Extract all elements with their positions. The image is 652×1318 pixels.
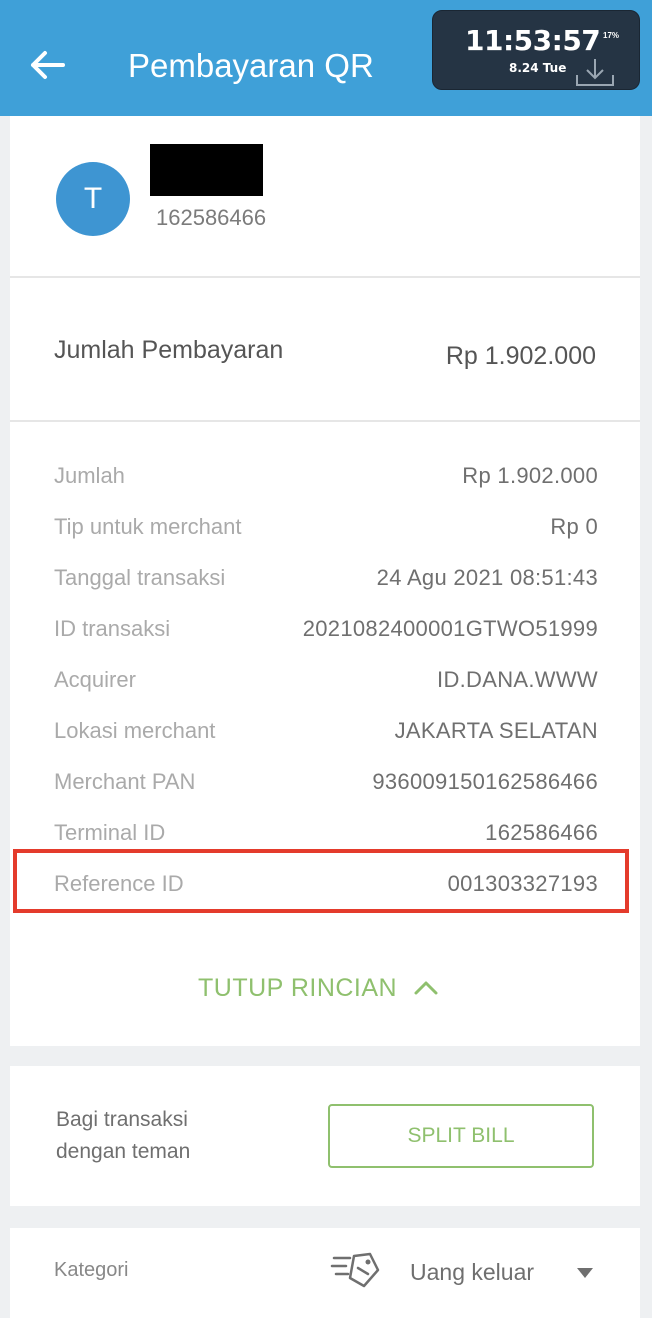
split-bill-button[interactable]: SPLIT BILL	[328, 1104, 594, 1168]
detail-label: Acquirer	[54, 667, 136, 692]
payment-amount-label: Jumlah Pembayaran	[54, 336, 284, 364]
reference-id-highlight	[13, 849, 629, 913]
detail-row-terminal-id: Terminal ID 162586466	[54, 817, 598, 849]
merchant-number: 162586466	[156, 205, 267, 230]
back-button[interactable]	[22, 40, 72, 90]
detail-row-merchant-pan: Merchant PAN 936009150162586466	[54, 766, 598, 798]
category-value[interactable]: Uang keluar	[410, 1256, 534, 1288]
chevron-up-icon	[414, 981, 438, 995]
detail-label: ID transaksi	[54, 616, 171, 641]
payment-amount-value: Rp 1.902.000	[445, 342, 596, 370]
transaction-card: T 162586466 Jumlah Pembayaran Rp 1.902.0…	[10, 116, 640, 1046]
tag-icon	[330, 1252, 380, 1288]
detail-row-tip: Tip untuk merchant Rp 0	[54, 511, 598, 543]
clock-widget: 11:53:57 17% 8.24 Tue	[432, 10, 640, 90]
category-dropdown[interactable]	[570, 1258, 600, 1288]
detail-value: 24 Agu 2021 08:51:43	[376, 565, 598, 590]
detail-row-location: Lokasi merchant JAKARTA SELATAN	[54, 715, 598, 747]
detail-label: Tanggal transaksi	[54, 565, 226, 590]
detail-value: JAKARTA SELATAN	[394, 718, 598, 743]
split-bill-card: Bagi transaksi dengan teman SPLIT BILL	[10, 1066, 640, 1206]
avatar: T	[56, 162, 130, 236]
caret-down-icon	[577, 1268, 593, 1278]
divider	[10, 276, 640, 278]
redacted-merchant-name	[150, 144, 263, 196]
detail-label: Tip untuk merchant	[54, 514, 242, 539]
page-title: Pembayaran QR	[128, 47, 374, 84]
detail-value: 936009150162586466	[372, 769, 598, 794]
detail-row-acquirer: Acquirer ID.DANA.WWW	[54, 664, 598, 696]
detail-row-amount: Jumlah Rp 1.902.000	[54, 460, 598, 492]
split-bill-description: Bagi transaksi dengan teman	[56, 1108, 191, 1163]
detail-row-date: Tanggal transaksi 24 Agu 2021 08:51:43	[54, 562, 598, 594]
collapse-details-button[interactable]: TUTUP RINCIAN	[198, 968, 439, 1008]
detail-value: ID.DANA.WWW	[437, 667, 598, 692]
collapse-details-label: TUTUP RINCIAN	[198, 974, 398, 1002]
detail-label: Terminal ID	[54, 820, 166, 845]
clock-time: 11:53:57	[465, 24, 601, 57]
detail-label: Merchant PAN	[54, 769, 196, 794]
app-bar: Pembayaran QR 11:53:57 17% 8.24 Tue	[0, 0, 652, 116]
clock-date: 8.24 Tue	[509, 61, 567, 75]
detail-value: 2021082400001GTWO51999	[302, 616, 598, 641]
category-card: Kategori Uang keluar	[10, 1228, 640, 1318]
category-label: Kategori	[54, 1259, 129, 1281]
detail-label: Jumlah	[54, 463, 125, 488]
arrow-left-icon	[31, 51, 65, 79]
battery-level: 17%	[603, 31, 620, 40]
detail-label: Lokasi merchant	[54, 718, 216, 743]
detail-value: Rp 1.902.000	[462, 463, 598, 488]
divider	[10, 420, 640, 422]
detail-value: 162586466	[485, 820, 598, 845]
detail-value: Rp 0	[550, 514, 598, 539]
detail-row-transaction-id: ID transaksi 2021082400001GTWO51999	[54, 613, 598, 645]
download-icon	[576, 59, 614, 86]
